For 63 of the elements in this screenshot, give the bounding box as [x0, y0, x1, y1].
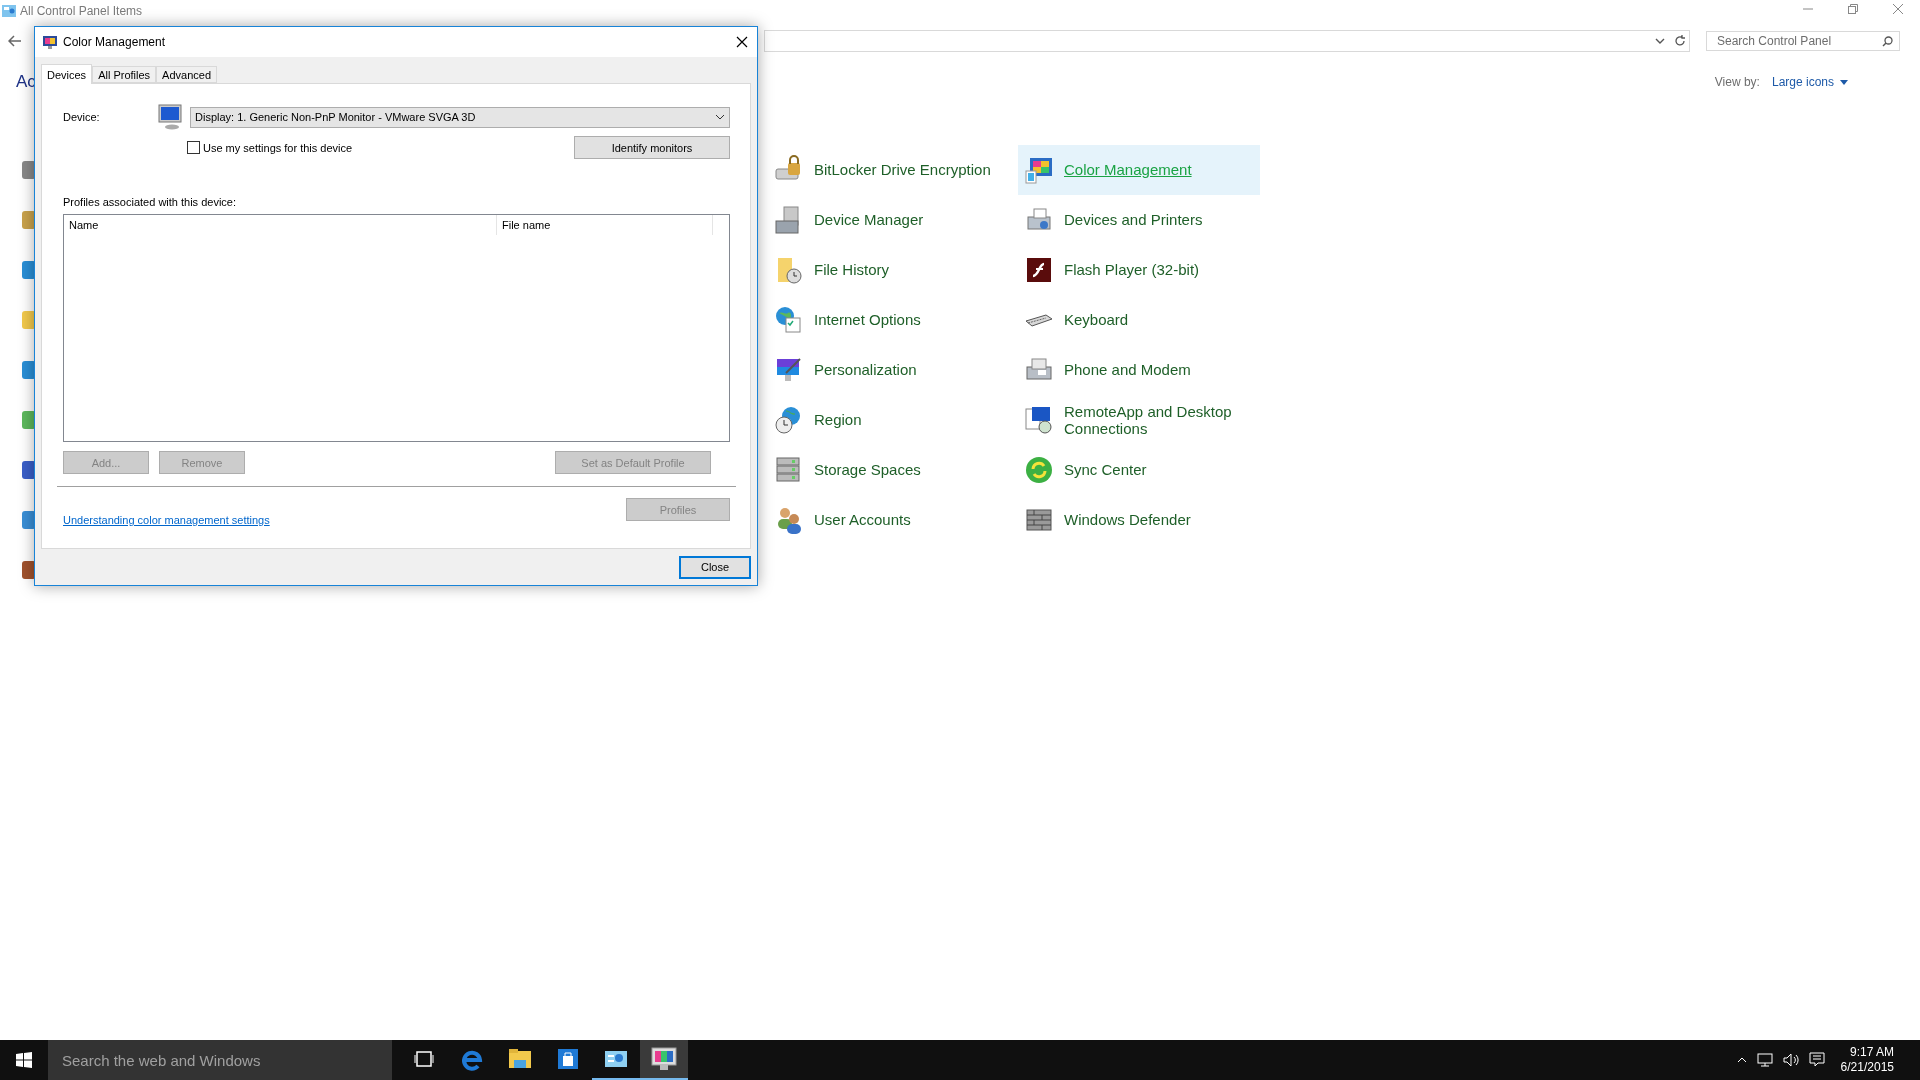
control-panel-item[interactable]: Personalization	[768, 345, 1018, 395]
speaker-icon[interactable]	[1782, 1053, 1799, 1067]
control-panel-item[interactable]: Keyboard	[1018, 295, 1260, 345]
chevron-up-icon[interactable]	[1736, 1057, 1747, 1063]
globe-checklist-icon	[774, 305, 804, 335]
color-monitor-icon	[1024, 155, 1054, 185]
control-panel-item[interactable]: Internet Options	[768, 295, 1018, 345]
taskbar-app-button[interactable]	[640, 1040, 688, 1080]
settings-checkbox[interactable]: Use my settings for this device	[187, 141, 574, 154]
view-by-label: View by:	[1714, 75, 1760, 89]
notification-icon[interactable]	[1808, 1052, 1825, 1068]
control-panel-item[interactable]: Storage Spaces	[768, 445, 1018, 495]
caret-icon	[1840, 79, 1848, 85]
control-panel-item[interactable]: Device Manager	[768, 195, 1018, 245]
control-panel-item[interactable]: Phone and Modem	[1018, 345, 1260, 395]
tab[interactable]: All Profiles	[92, 66, 157, 83]
column-header[interactable]: File name	[497, 215, 713, 235]
close-dialog-button[interactable]: Close	[679, 555, 751, 579]
control-panel-item[interactable]: Region	[768, 395, 1018, 445]
tab[interactable]: Devices	[41, 64, 93, 84]
search-field[interactable]: Search Control Panel	[1715, 33, 1882, 49]
network-icon[interactable]	[1756, 1053, 1773, 1067]
shopping-bag-icon	[557, 1048, 579, 1070]
control-panel-item[interactable]: Sync Center	[1018, 445, 1260, 495]
refresh-icon	[1673, 35, 1686, 47]
chevron-down-icon	[715, 114, 725, 120]
color-monitor-icon	[43, 35, 57, 49]
control-panel-item[interactable]: Windows Defender	[1018, 495, 1260, 545]
help-link[interactable]: Understanding color management settings	[63, 514, 270, 526]
device-label: Device:	[63, 111, 100, 123]
close-icon	[736, 36, 748, 48]
color-monitor-icon	[651, 1047, 677, 1071]
profiles-label: Profiles associated with this device:	[63, 196, 237, 208]
tab[interactable]: Advanced	[156, 66, 218, 83]
search-box[interactable]: Search Control Panel	[1706, 31, 1900, 51]
task-view-icon	[414, 1051, 434, 1067]
restore-icon	[1847, 4, 1858, 14]
back-arrow-icon[interactable]	[8, 35, 22, 47]
windows-logo-icon	[16, 1052, 32, 1068]
control-panel-item[interactable]: File History	[768, 245, 1018, 295]
window-title: All Control Panel Items	[20, 4, 143, 18]
control-panel-icon	[604, 1049, 628, 1069]
control-panel-item[interactable]: BitLocker Drive Encryption	[768, 145, 1018, 195]
search-icon	[1882, 35, 1893, 47]
chevron-down-icon	[1654, 38, 1665, 44]
remote-screen-icon	[1024, 405, 1054, 435]
flash-letter-icon	[1024, 255, 1054, 285]
column-header[interactable]: Name	[64, 215, 497, 235]
identify-monitors-button[interactable]: Identify monitors	[574, 136, 730, 159]
taskbar-search-field[interactable]: Search the web and Windows	[60, 1050, 364, 1070]
view-mode-dropdown[interactable]: Large icons	[1771, 75, 1848, 89]
clock[interactable]: 9:17 AM 6/21/2015	[1840, 1045, 1894, 1075]
close-icon	[1892, 4, 1903, 14]
taskbar-search-box[interactable]: Search the web and Windows	[48, 1040, 392, 1080]
control-panel-item[interactable]: Flash Player (32-bit)	[1018, 245, 1260, 295]
sync-arrows-icon	[1024, 455, 1054, 485]
control-panel-item[interactable]: Devices and Printers	[1018, 195, 1260, 245]
device-dropdown[interactable]: Display: 1. Generic Non-PnP Monitor - VMware SVGA 3D	[190, 106, 730, 128]
control-panel-item[interactable]: RemoteApp and Desktop Connections	[1018, 395, 1260, 445]
folder-icon	[508, 1048, 532, 1070]
monitor-icon	[158, 104, 182, 130]
dialog-title: Color Management	[63, 35, 167, 49]
control-panel-item[interactable]: User Accounts	[768, 495, 1018, 545]
